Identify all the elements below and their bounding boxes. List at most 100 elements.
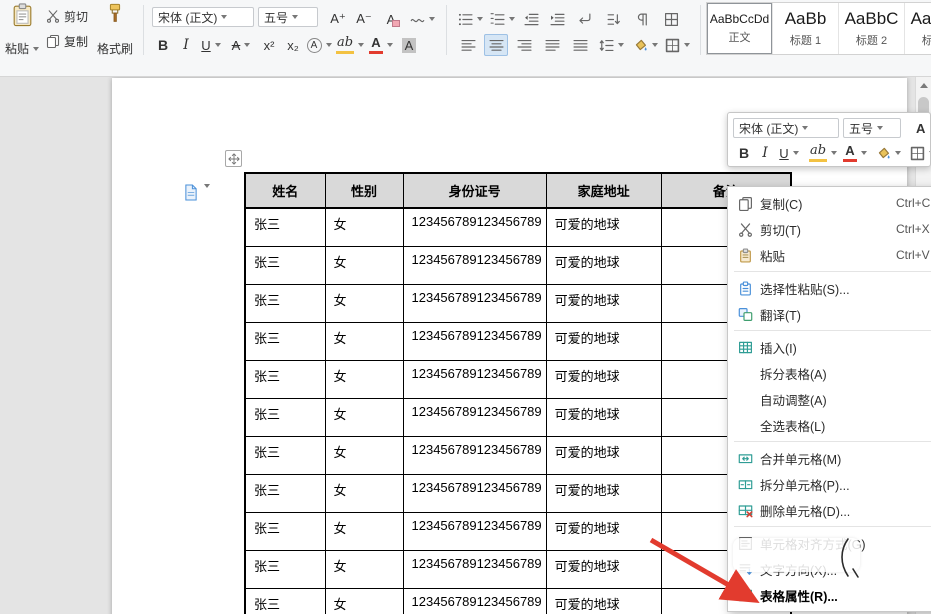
column-header[interactable]: 身份证号 xyxy=(403,173,546,208)
table-cell[interactable]: 123456789123456789 xyxy=(403,208,546,246)
line-spacing-button[interactable] xyxy=(596,34,626,56)
ft-font-name-select[interactable]: 宋体 (正文) xyxy=(733,118,839,138)
scroll-up-button[interactable] xyxy=(916,77,931,93)
font-size-select[interactable]: 五号 xyxy=(258,7,318,27)
clear-format-button[interactable]: A xyxy=(380,8,402,30)
borders-button[interactable] xyxy=(662,34,692,56)
menu-item-plain-10[interactable]: 全选表格(L) xyxy=(728,412,931,438)
highlight-color-button[interactable]: ab xyxy=(336,34,364,56)
table-cell[interactable]: 123456789123456789 xyxy=(403,436,546,474)
table-cell[interactable]: 女 xyxy=(325,284,403,322)
table-cell[interactable]: 张三 xyxy=(245,550,325,588)
menu-item-split-cells[interactable]: 拆分单元格(P)... xyxy=(728,471,931,497)
table-cell[interactable]: 女 xyxy=(325,512,403,550)
menu-item-scissors[interactable]: 剪切(T)Ctrl+X xyxy=(728,216,931,242)
paste-button[interactable]: 粘贴 xyxy=(2,0,42,60)
shading-button[interactable] xyxy=(630,34,660,56)
table-cell[interactable]: 可爱的地球 xyxy=(546,208,661,246)
table-cell[interactable]: 123456789123456789 xyxy=(403,474,546,512)
ft-highlight-button[interactable]: ab xyxy=(808,142,838,164)
column-header[interactable]: 姓名 xyxy=(245,173,325,208)
menu-item-insert-table[interactable]: 插入(I) xyxy=(728,334,931,360)
table-cell[interactable]: 女 xyxy=(325,360,403,398)
table-cell[interactable]: 123456789123456789 xyxy=(403,322,546,360)
table-cell[interactable]: 可爱的地球 xyxy=(546,474,661,512)
table-cell[interactable]: 女 xyxy=(325,398,403,436)
ft-font-color-button[interactable]: A xyxy=(842,142,868,164)
pinyin-guide-button[interactable]: A xyxy=(306,34,332,56)
table-cell[interactable]: 123456789123456789 xyxy=(403,284,546,322)
table-cell[interactable]: 女 xyxy=(325,436,403,474)
table-cell[interactable]: 可爱的地球 xyxy=(546,322,661,360)
style-item-3[interactable]: AaBbC标题 3 xyxy=(905,3,931,54)
ft-borders-button[interactable] xyxy=(908,142,931,164)
table-cell[interactable]: 123456789123456789 xyxy=(403,360,546,398)
table-cell[interactable]: 可爱的地球 xyxy=(546,284,661,322)
sort-button[interactable] xyxy=(600,8,626,30)
align-left-button[interactable] xyxy=(456,34,480,56)
underline-button[interactable]: U xyxy=(198,34,224,56)
bullet-list-button[interactable] xyxy=(456,8,484,30)
ft-font-size-select[interactable]: 五号 xyxy=(843,118,901,138)
menu-item-delete-cells[interactable]: 删除单元格(D)... xyxy=(728,497,931,523)
distribute-button[interactable] xyxy=(568,34,592,56)
table-cell[interactable]: 张三 xyxy=(245,246,325,284)
table-cell[interactable]: 可爱的地球 xyxy=(546,588,661,614)
menu-item-paste[interactable]: 粘贴Ctrl+V xyxy=(728,242,931,268)
table-cell[interactable]: 可爱的地球 xyxy=(546,550,661,588)
style-item-0[interactable]: AaBbCcDd正文 xyxy=(707,3,773,54)
menu-item-plain-8[interactable]: 拆分表格(A) xyxy=(728,360,931,386)
table-cell[interactable]: 张三 xyxy=(245,398,325,436)
table-cell[interactable]: 女 xyxy=(325,588,403,614)
table-cell[interactable]: 123456789123456789 xyxy=(403,588,546,614)
font-color-button[interactable]: A xyxy=(368,34,394,56)
table-cell[interactable]: 123456789123456789 xyxy=(403,550,546,588)
copy-button[interactable]: 复制 xyxy=(46,31,88,51)
table-cell[interactable]: 123456789123456789 xyxy=(403,512,546,550)
justify-button[interactable] xyxy=(540,34,564,56)
ft-partial-icon[interactable]: A xyxy=(916,121,925,136)
ft-shading-button[interactable] xyxy=(874,142,902,164)
ft-italic-button[interactable]: I xyxy=(756,142,774,164)
table-cell[interactable]: 张三 xyxy=(245,588,325,614)
subscript-button[interactable]: x₂ xyxy=(282,34,304,56)
menu-item-paste-special[interactable]: 选择性粘贴(S)... xyxy=(728,275,931,301)
table-cell[interactable]: 可爱的地球 xyxy=(546,246,661,284)
ft-bold-button[interactable]: B xyxy=(734,142,754,164)
decrease-font-size-button[interactable]: A⁻ xyxy=(352,8,376,30)
increase-font-size-button[interactable]: A⁺ xyxy=(326,8,350,30)
menu-item-plain-9[interactable]: 自动调整(A) xyxy=(728,386,931,412)
table-cell[interactable]: 123456789123456789 xyxy=(403,398,546,436)
table-cell[interactable]: 张三 xyxy=(245,436,325,474)
table-cell[interactable]: 张三 xyxy=(245,360,325,398)
symbol-tool-button[interactable] xyxy=(408,8,436,30)
table-cell[interactable]: 可爱的地球 xyxy=(546,512,661,550)
column-header[interactable]: 家庭地址 xyxy=(546,173,661,208)
cut-button[interactable]: 剪切 xyxy=(46,6,88,26)
character-shading-button[interactable]: A xyxy=(398,34,420,56)
table-cell[interactable]: 可爱的地球 xyxy=(546,360,661,398)
bold-button[interactable]: B xyxy=(152,34,174,56)
align-center-button[interactable] xyxy=(484,34,508,56)
table-cell[interactable]: 123456789123456789 xyxy=(403,246,546,284)
column-header[interactable]: 性别 xyxy=(325,173,403,208)
insert-table-ribbon-button[interactable] xyxy=(658,8,684,30)
table-cell[interactable]: 女 xyxy=(325,474,403,512)
paste-options-icon[interactable] xyxy=(184,184,210,201)
table-cell[interactable]: 张三 xyxy=(245,474,325,512)
italic-button[interactable]: I xyxy=(176,34,196,56)
superscript-button[interactable]: x² xyxy=(258,34,280,56)
strikethrough-button[interactable]: A xyxy=(228,34,254,56)
menu-item-copy[interactable]: 复制(C)Ctrl+C xyxy=(728,190,931,216)
menu-item-merge-cells[interactable]: 合并单元格(M) xyxy=(728,445,931,471)
menu-item-translate[interactable]: 翻译(T) xyxy=(728,301,931,327)
increase-indent-button[interactable] xyxy=(546,8,568,30)
paragraph-mark-button[interactable] xyxy=(630,8,654,30)
table-cell[interactable]: 张三 xyxy=(245,512,325,550)
table-cell[interactable]: 张三 xyxy=(245,284,325,322)
style-item-1[interactable]: AaBb标题 1 xyxy=(773,3,839,54)
decrease-indent-button[interactable] xyxy=(520,8,542,30)
table-cell[interactable]: 女 xyxy=(325,322,403,360)
ft-underline-button[interactable]: U xyxy=(776,142,802,164)
table-cell[interactable]: 可爱的地球 xyxy=(546,436,661,474)
